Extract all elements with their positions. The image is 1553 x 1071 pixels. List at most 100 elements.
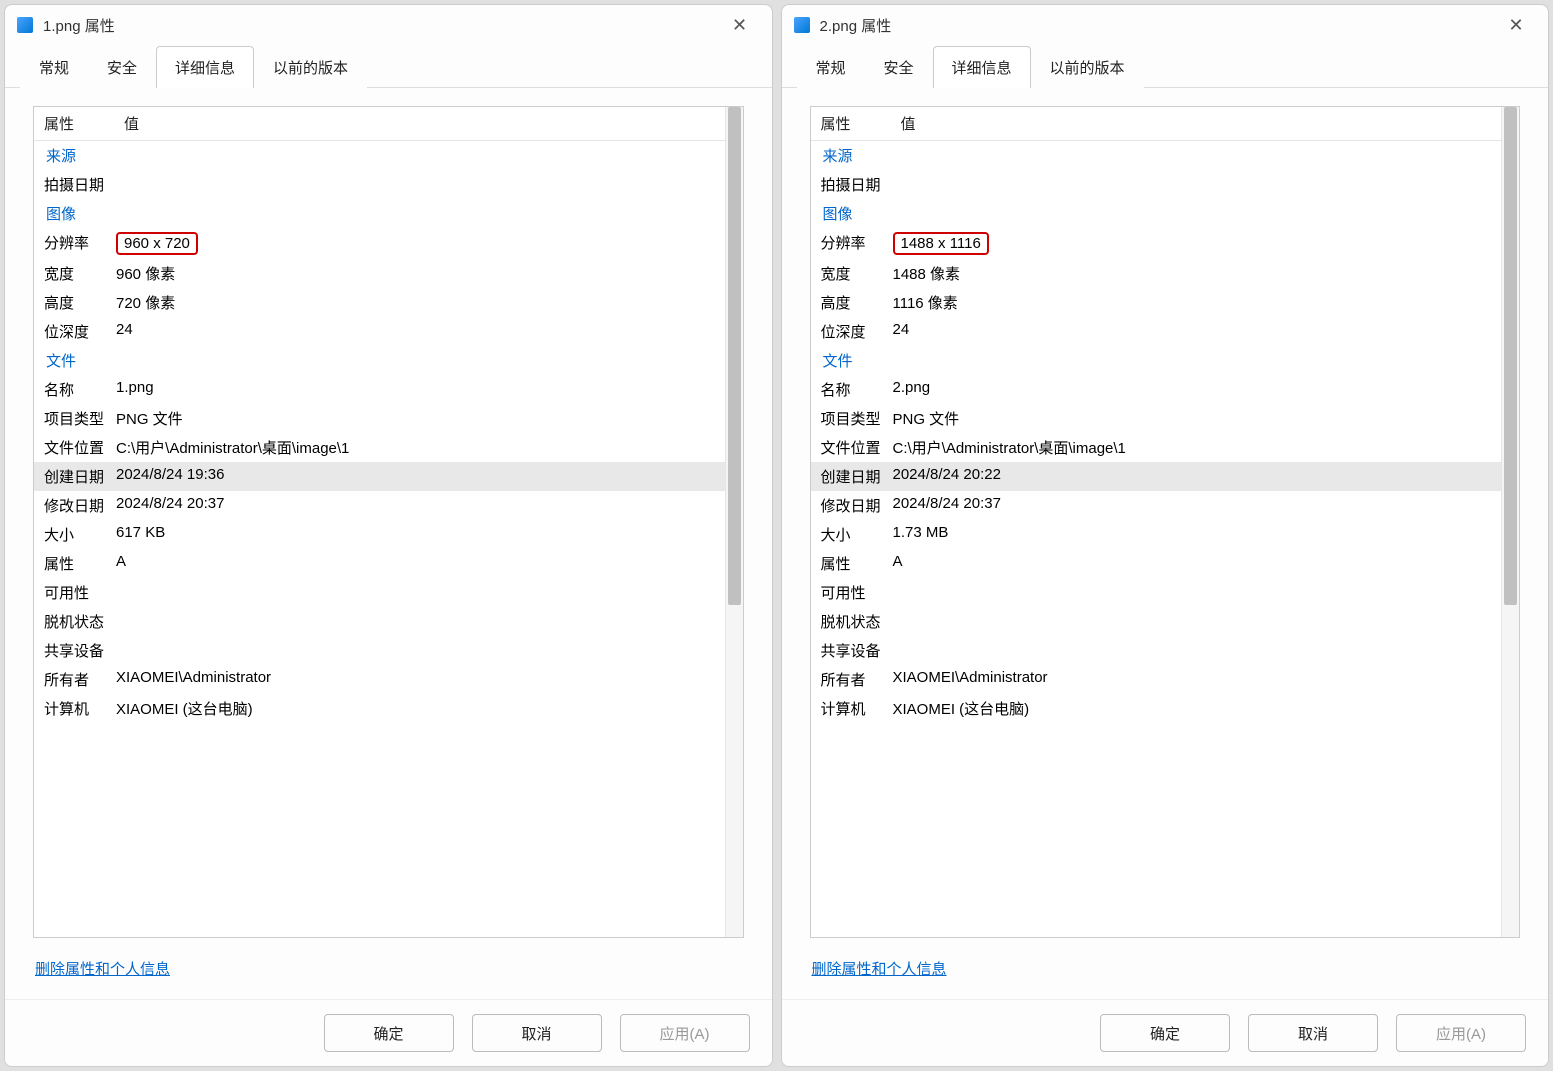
property-value: 2024/8/24 19:36	[114, 466, 725, 487]
property-name: 共享设备	[34, 640, 114, 661]
table-row[interactable]: 文件位置C:\用户\Administrator\桌面\image\1	[811, 433, 1502, 462]
table-row[interactable]: 项目类型PNG 文件	[34, 404, 725, 433]
property-value: A	[891, 553, 1502, 574]
tab-bar: 常规 安全 详细信息 以前的版本	[782, 45, 1549, 88]
property-name: 大小	[811, 524, 891, 545]
table-row[interactable]: 宽度960 像素	[34, 259, 725, 288]
tab-details[interactable]: 详细信息	[933, 46, 1031, 88]
property-name: 宽度	[34, 263, 114, 284]
property-value: 1488 像素	[891, 263, 1502, 284]
property-name: 拍摄日期	[34, 174, 114, 195]
table-row[interactable]: 分辨率960 x 720	[34, 228, 725, 259]
header-value[interactable]: 值	[114, 107, 725, 140]
table-row[interactable]: 拍摄日期	[34, 170, 725, 199]
table-row[interactable]: 共享设备	[811, 636, 1502, 665]
property-value: 617 KB	[114, 524, 725, 545]
property-value: 24	[891, 321, 1502, 342]
remove-properties-link[interactable]: 删除属性和个人信息	[35, 958, 744, 979]
apply-button[interactable]: 应用(A)	[1396, 1014, 1526, 1052]
file-icon	[794, 17, 810, 33]
table-row[interactable]: 位深度24	[34, 317, 725, 346]
table-row[interactable]: 名称1.png	[34, 375, 725, 404]
property-value: 24	[114, 321, 725, 342]
property-list: 属性 值 来源拍摄日期图像分辨率960 x 720宽度960 像素高度720 像…	[33, 106, 744, 938]
scrollbar-thumb[interactable]	[1504, 107, 1517, 605]
header-property[interactable]: 属性	[34, 107, 114, 140]
property-value	[114, 611, 725, 632]
property-value: 2024/8/24 20:22	[891, 466, 1502, 487]
property-name: 拍摄日期	[811, 174, 891, 195]
window-title: 1.png 属性	[43, 15, 720, 36]
cancel-button[interactable]: 取消	[472, 1014, 602, 1052]
tab-details[interactable]: 详细信息	[156, 46, 254, 88]
tab-bar: 常规 安全 详细信息 以前的版本	[5, 45, 772, 88]
tab-security[interactable]: 安全	[865, 46, 933, 88]
table-row[interactable]: 大小617 KB	[34, 520, 725, 549]
apply-button[interactable]: 应用(A)	[620, 1014, 750, 1052]
table-row[interactable]: 文件位置C:\用户\Administrator\桌面\image\1	[34, 433, 725, 462]
table-row[interactable]: 宽度1488 像素	[811, 259, 1502, 288]
property-value: 2.png	[891, 379, 1502, 400]
close-icon[interactable]: ✕	[720, 15, 760, 36]
scrollbar[interactable]	[725, 107, 743, 937]
table-row[interactable]: 高度720 像素	[34, 288, 725, 317]
table-row[interactable]: 高度1116 像素	[811, 288, 1502, 317]
tab-general[interactable]: 常规	[20, 46, 88, 88]
scrollbar[interactable]	[1501, 107, 1519, 937]
titlebar[interactable]: 2.png 属性 ✕	[782, 5, 1549, 45]
table-row[interactable]: 名称2.png	[811, 375, 1502, 404]
ok-button[interactable]: 确定	[324, 1014, 454, 1052]
tab-previous-versions[interactable]: 以前的版本	[254, 46, 367, 88]
table-row[interactable]: 可用性	[34, 578, 725, 607]
property-name: 大小	[34, 524, 114, 545]
table-row[interactable]: 拍摄日期	[811, 170, 1502, 199]
table-row[interactable]: 大小1.73 MB	[811, 520, 1502, 549]
table-row[interactable]: 项目类型PNG 文件	[811, 404, 1502, 433]
property-name: 项目类型	[811, 408, 891, 429]
table-row[interactable]: 位深度24	[811, 317, 1502, 346]
table-row[interactable]: 计算机XIAOMEI (这台电脑)	[34, 694, 725, 723]
table-row[interactable]: 创建日期2024/8/24 20:22	[811, 462, 1502, 491]
ok-button[interactable]: 确定	[1100, 1014, 1230, 1052]
property-value: PNG 文件	[891, 408, 1502, 429]
table-row[interactable]: 脱机状态	[811, 607, 1502, 636]
tab-previous-versions[interactable]: 以前的版本	[1031, 46, 1144, 88]
property-name: 计算机	[811, 698, 891, 719]
table-row[interactable]: 脱机状态	[34, 607, 725, 636]
table-row[interactable]: 修改日期2024/8/24 20:37	[34, 491, 725, 520]
tab-general[interactable]: 常规	[797, 46, 865, 88]
cancel-button[interactable]: 取消	[1248, 1014, 1378, 1052]
header-value[interactable]: 值	[891, 107, 1502, 140]
property-name: 属性	[811, 553, 891, 574]
section-label: 图像	[34, 199, 725, 228]
property-value: XIAOMEI\Administrator	[114, 669, 725, 690]
table-row[interactable]: 计算机XIAOMEI (这台电脑)	[811, 694, 1502, 723]
table-row[interactable]: 修改日期2024/8/24 20:37	[811, 491, 1502, 520]
table-row[interactable]: 所有者XIAOMEI\Administrator	[34, 665, 725, 694]
property-name: 脱机状态	[811, 611, 891, 632]
property-value: C:\用户\Administrator\桌面\image\1	[114, 437, 725, 458]
property-value: 1488 x 1116	[891, 232, 1502, 255]
header-property[interactable]: 属性	[811, 107, 891, 140]
titlebar[interactable]: 1.png 属性 ✕	[5, 5, 772, 45]
property-value: XIAOMEI (这台电脑)	[114, 698, 725, 719]
property-value: C:\用户\Administrator\桌面\image\1	[891, 437, 1502, 458]
tab-security[interactable]: 安全	[88, 46, 156, 88]
section-label: 来源	[34, 141, 725, 170]
property-value: 2024/8/24 20:37	[114, 495, 725, 516]
property-value: 720 像素	[114, 292, 725, 313]
property-value	[114, 640, 725, 661]
table-row[interactable]: 共享设备	[34, 636, 725, 665]
table-row[interactable]: 创建日期2024/8/24 19:36	[34, 462, 725, 491]
remove-properties-link[interactable]: 删除属性和个人信息	[812, 958, 1521, 979]
table-row[interactable]: 分辨率1488 x 1116	[811, 228, 1502, 259]
table-row[interactable]: 属性A	[34, 549, 725, 578]
scrollbar-thumb[interactable]	[728, 107, 741, 605]
property-name: 可用性	[811, 582, 891, 603]
table-row[interactable]: 所有者XIAOMEI\Administrator	[811, 665, 1502, 694]
table-row[interactable]: 属性A	[811, 549, 1502, 578]
table-row[interactable]: 可用性	[811, 578, 1502, 607]
table-header: 属性 值	[34, 107, 725, 141]
property-value: 1.png	[114, 379, 725, 400]
close-icon[interactable]: ✕	[1496, 15, 1536, 36]
